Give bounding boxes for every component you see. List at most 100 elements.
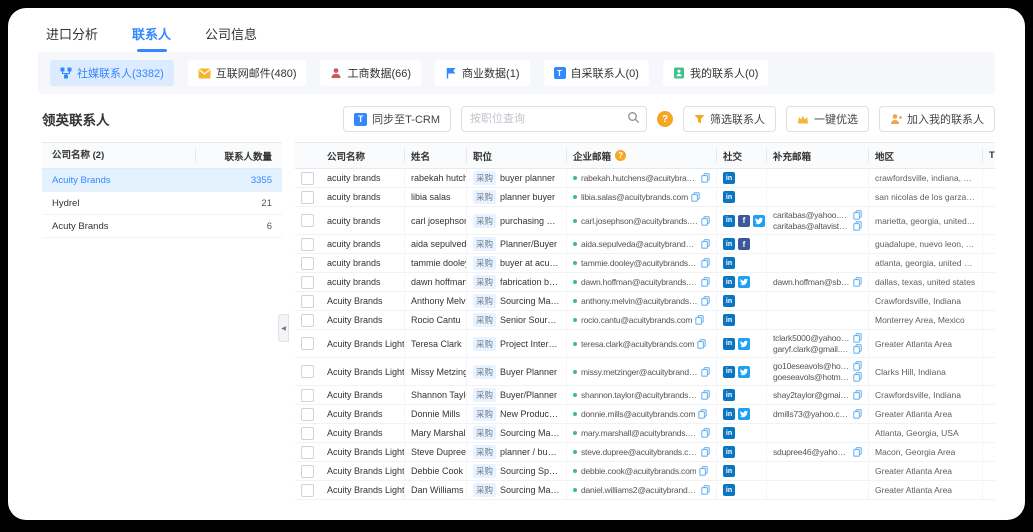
filter-chip-commercial-data[interactable]: 商业数据(1)	[435, 60, 529, 86]
copy-icon[interactable]	[853, 344, 862, 354]
row-checkbox[interactable]	[301, 446, 314, 459]
search-input[interactable]	[461, 106, 647, 132]
copy-icon[interactable]	[853, 361, 862, 371]
copy-icon[interactable]	[853, 210, 862, 220]
row-checkbox[interactable]	[301, 337, 314, 350]
position-title: planner / buyer / pro	[500, 447, 560, 457]
filter-chip-internet-mail[interactable]: 互联网邮件(480)	[188, 60, 307, 86]
twitter-icon[interactable]	[738, 276, 750, 288]
name-cell: Teresa Clark	[405, 330, 467, 357]
linkedin-icon[interactable]: in	[723, 276, 735, 288]
linkedin-icon[interactable]: in	[723, 172, 735, 184]
linkedin-icon[interactable]: in	[723, 427, 735, 439]
row-checkbox[interactable]	[301, 408, 314, 421]
copy-icon[interactable]	[697, 339, 706, 349]
copy-icon[interactable]	[701, 428, 710, 438]
row-checkbox[interactable]	[301, 389, 314, 402]
company-row[interactable]: Acuity Brands3355	[42, 169, 282, 192]
copy-icon[interactable]	[701, 173, 710, 183]
linkedin-icon[interactable]: in	[723, 215, 735, 227]
copy-icon[interactable]	[701, 485, 710, 495]
copy-icon[interactable]	[853, 333, 862, 343]
row-checkbox[interactable]	[301, 276, 314, 289]
collapse-panel-button[interactable]: ◀	[278, 314, 289, 342]
region-cell: san nicolas de los garza, nuevo leon, m.…	[869, 188, 983, 206]
verified-dot-icon	[573, 393, 577, 397]
linkedin-icon[interactable]: in	[723, 257, 735, 269]
copy-icon[interactable]	[701, 367, 710, 377]
filter-chip-self-collected[interactable]: T自采联系人(0)	[544, 60, 649, 86]
copy-icon[interactable]	[701, 447, 710, 457]
row-checkbox[interactable]	[301, 257, 314, 270]
copy-icon[interactable]	[853, 221, 862, 231]
row-checkbox[interactable]	[301, 314, 314, 327]
twitter-icon[interactable]	[753, 215, 765, 227]
extra-email-text: caritabas@altavista.com	[773, 221, 850, 231]
copy-icon[interactable]	[698, 409, 707, 419]
row-checkbox[interactable]	[301, 427, 314, 440]
row-checkbox[interactable]	[301, 465, 314, 478]
linkedin-icon[interactable]: in	[723, 408, 735, 420]
tab-company-info[interactable]: 公司信息	[205, 24, 257, 52]
filter-chip-social-contacts[interactable]: 社媒联系人(3382)	[50, 60, 174, 86]
linkedin-icon[interactable]: in	[723, 238, 735, 250]
email-help-icon[interactable]: ?	[615, 150, 626, 161]
region-text: Crawfordsville, Indiana	[875, 390, 961, 400]
linkedin-icon[interactable]: in	[723, 191, 735, 203]
linkedin-icon[interactable]: in	[723, 314, 735, 326]
facebook-icon[interactable]: f	[738, 215, 750, 227]
add-to-my-contacts-button[interactable]: 加入我的联系人	[879, 106, 995, 132]
sync-tcrm-button[interactable]: T 同步至T-CRM	[343, 106, 451, 132]
social-icons: in	[723, 314, 735, 326]
verified-dot-icon	[573, 261, 577, 265]
position-cell: 采购New Product Sourcin	[467, 405, 567, 423]
linkedin-icon[interactable]: in	[723, 338, 735, 350]
linkedin-icon[interactable]: in	[723, 484, 735, 496]
row-checkbox[interactable]	[301, 295, 314, 308]
copy-icon[interactable]	[691, 192, 700, 202]
sync-tcrm-label: 同步至T-CRM	[372, 111, 440, 127]
company-row[interactable]: Hydrel21	[42, 192, 282, 215]
filter-chip-business-registry[interactable]: 工商数据(66)	[320, 60, 421, 86]
copy-icon[interactable]	[701, 390, 710, 400]
twitter-icon[interactable]	[738, 408, 750, 420]
twitter-icon[interactable]	[738, 366, 750, 378]
facebook-icon[interactable]: f	[738, 238, 750, 250]
row-checkbox[interactable]	[301, 214, 314, 227]
linkedin-icon[interactable]: in	[723, 366, 735, 378]
copy-icon[interactable]	[701, 239, 710, 249]
row-checkbox[interactable]	[301, 484, 314, 497]
linkedin-icon[interactable]: in	[723, 389, 735, 401]
copy-icon[interactable]	[701, 258, 710, 268]
copy-icon[interactable]	[695, 315, 704, 325]
search-icon[interactable]	[627, 111, 640, 124]
row-checkbox[interactable]	[301, 238, 314, 251]
checkbox-cell	[295, 292, 321, 310]
copy-icon[interactable]	[701, 277, 710, 287]
company-row[interactable]: Acuty Brands6	[42, 215, 282, 238]
row-checkbox[interactable]	[301, 365, 314, 378]
contact-count-cell: 21	[196, 198, 282, 209]
copy-icon[interactable]	[699, 466, 708, 476]
copy-icon[interactable]	[853, 390, 862, 400]
filter-chip-my-contacts[interactable]: 我的联系人(0)	[663, 60, 768, 86]
tab-import-analysis[interactable]: 进口分析	[46, 24, 98, 52]
social-icons: in	[723, 366, 750, 378]
verified-dot-icon	[573, 280, 577, 284]
copy-icon[interactable]	[853, 372, 862, 382]
one-click-optimize-button[interactable]: 一键优选	[786, 106, 869, 132]
row-checkbox[interactable]	[301, 172, 314, 185]
twitter-icon[interactable]	[738, 338, 750, 350]
row-checkbox[interactable]	[301, 191, 314, 204]
tab-contacts[interactable]: 联系人	[132, 24, 171, 52]
copy-icon[interactable]	[853, 277, 862, 287]
linkedin-icon[interactable]: in	[723, 465, 735, 477]
copy-icon[interactable]	[853, 409, 862, 419]
help-icon[interactable]: ?	[657, 111, 673, 127]
copy-icon[interactable]	[701, 296, 710, 306]
copy-icon[interactable]	[701, 216, 710, 226]
filter-contacts-button[interactable]: 筛选联系人	[683, 106, 776, 132]
linkedin-icon[interactable]: in	[723, 295, 735, 307]
linkedin-icon[interactable]: in	[723, 446, 735, 458]
copy-icon[interactable]	[853, 447, 862, 457]
